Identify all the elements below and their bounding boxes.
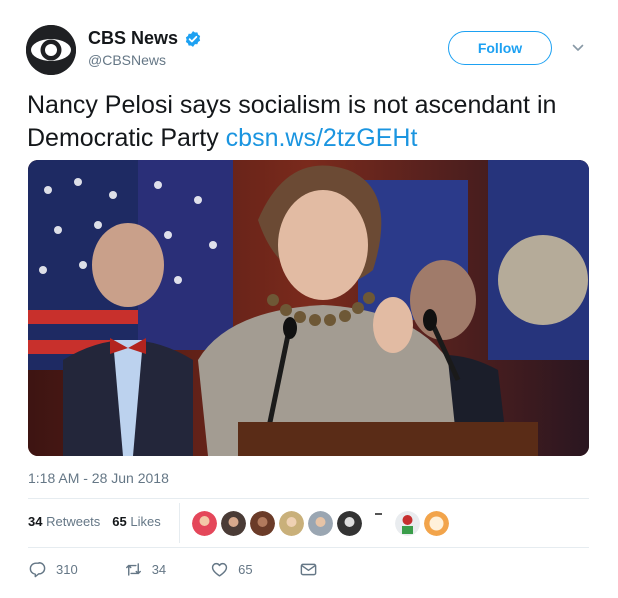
retweet-button[interactable]: 34 — [124, 560, 166, 579]
tweet-photo[interactable] — [28, 160, 589, 456]
likes-stat-count: 65 — [112, 514, 127, 529]
retweets-stat-count: 34 — [28, 514, 43, 529]
liker-avatar[interactable] — [221, 511, 246, 536]
likers-avatars — [192, 511, 449, 536]
avatar[interactable] — [26, 25, 76, 75]
tweet-timestamp[interactable]: 1:18 AM - 28 Jun 2018 — [28, 470, 169, 486]
like-count: 65 — [238, 562, 253, 577]
retweet-count: 34 — [151, 562, 167, 577]
liker-avatar[interactable] — [308, 511, 333, 536]
liker-avatar[interactable] — [424, 511, 449, 536]
heart-icon — [212, 562, 228, 577]
press-conference-photo — [28, 160, 589, 456]
tweet-text: Nancy Pelosi says socialism is not ascen… — [27, 89, 597, 155]
stats-separator — [179, 503, 180, 543]
account-handle[interactable]: @CBSNews — [88, 52, 166, 68]
liker-avatar[interactable] — [395, 511, 420, 536]
reply-button[interactable]: 310 — [28, 560, 78, 579]
liker-avatar[interactable] — [366, 511, 391, 536]
likes-stat-label: Likes — [130, 514, 161, 529]
tweet-link[interactable]: cbsn.ws/2tzGEHt — [226, 124, 418, 152]
retweet-icon — [125, 563, 141, 576]
cbs-eye-logo-icon — [26, 25, 76, 75]
chevron-down-icon[interactable] — [571, 41, 585, 55]
envelope-icon — [300, 563, 316, 576]
reply-count: 310 — [56, 562, 78, 577]
account-name[interactable]: CBS News — [88, 28, 178, 49]
verified-badge-icon — [185, 31, 201, 47]
retweets-stat-label: Retweets — [46, 514, 101, 529]
liker-avatar[interactable] — [279, 511, 304, 536]
divider — [28, 498, 589, 499]
liker-avatar[interactable] — [250, 511, 275, 536]
liker-avatar[interactable] — [192, 511, 217, 536]
likes-stat[interactable]: 65 Likes — [112, 514, 160, 529]
reply-icon — [29, 562, 46, 578]
like-button[interactable]: 65 — [210, 560, 253, 579]
divider — [28, 547, 589, 548]
follow-button[interactable]: Follow — [448, 31, 552, 65]
direct-message-button[interactable] — [299, 560, 318, 579]
tweet-actions: 310 34 65 — [28, 560, 318, 579]
tweet-stats: 34 Retweets 65 Likes — [28, 514, 161, 529]
retweets-stat[interactable]: 34 Retweets — [28, 514, 100, 529]
liker-avatar[interactable] — [337, 511, 362, 536]
